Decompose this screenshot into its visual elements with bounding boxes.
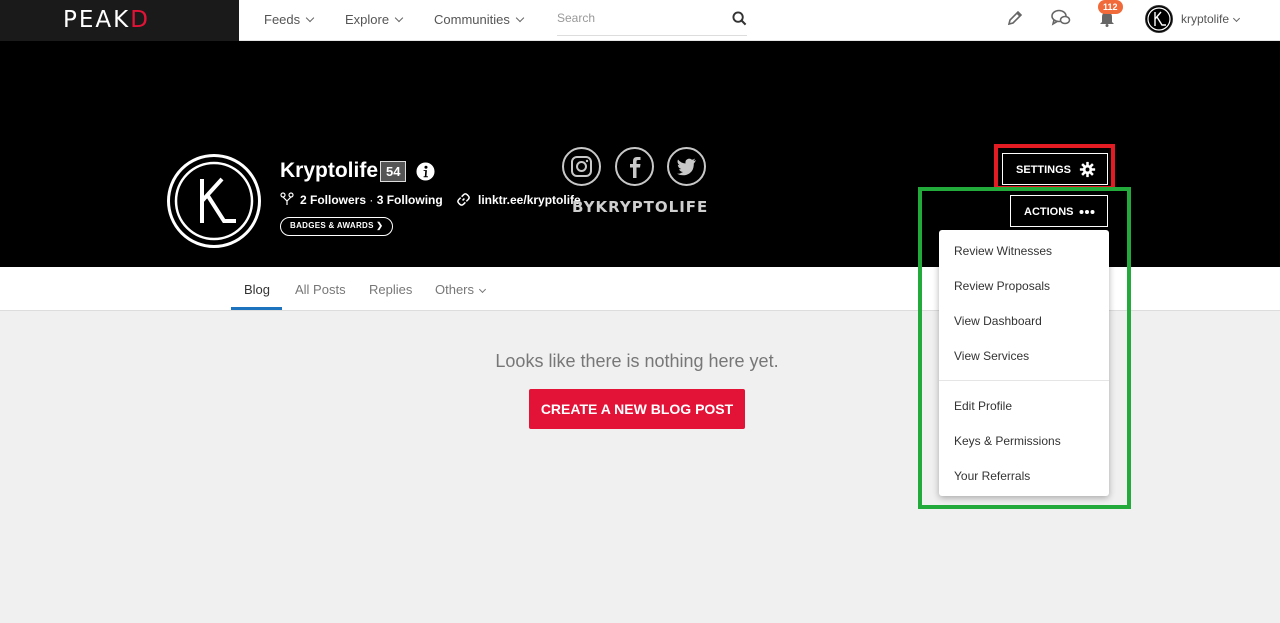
tab-replies[interactable]: Replies <box>369 282 412 297</box>
peakd-logo[interactable]: PEAKD <box>63 7 150 33</box>
nav-feeds-label: Feeds <box>264 12 301 27</box>
tab-all-posts[interactable]: All Posts <box>295 282 346 297</box>
tab-blog[interactable]: Blog <box>244 282 270 297</box>
search-input[interactable] <box>557 11 717 25</box>
tab-others-label: Others <box>435 282 475 297</box>
info-icon[interactable] <box>416 162 435 181</box>
logo-text: PEAK <box>63 7 131 33</box>
chevron-right-icon: ❯ <box>376 221 384 230</box>
user-avatar[interactable] <box>1145 5 1173 33</box>
username-label: kryptolife <box>1181 12 1230 26</box>
search-box <box>557 6 747 36</box>
kl-logo-icon <box>174 161 254 241</box>
followers-count[interactable]: 2 Followers <box>300 193 366 207</box>
nav-explore-label: Explore <box>345 12 390 27</box>
badges-awards-button[interactable]: BADGES & AWARDS ❯ <box>280 217 394 236</box>
follow-separator: · <box>366 193 377 207</box>
chevron-down-icon <box>478 285 487 294</box>
nav-communities[interactable]: Communities <box>434 12 525 27</box>
chevron-down-icon <box>305 13 315 23</box>
link-icon <box>457 193 470 206</box>
chevron-down-icon <box>394 13 404 23</box>
nav-feeds[interactable]: Feeds <box>264 12 315 27</box>
reputation-badge: 54 <box>380 161 407 182</box>
follow-stats: 2 Followers · 3 Following <box>280 192 443 207</box>
badges-label: BADGES & AWARDS <box>290 221 374 230</box>
logo-text-accent: D <box>130 7 150 33</box>
notification-badge: 112 <box>1098 0 1123 14</box>
settings-highlight-frame <box>994 144 1115 190</box>
top-navbar: PEAKD Feeds Explore Communities 112 kryp… <box>0 0 1280 41</box>
chevron-down-icon <box>515 13 525 23</box>
pencil-icon[interactable] <box>1006 9 1024 27</box>
tab-others[interactable]: Others <box>435 282 487 297</box>
following-count[interactable]: 3 Following <box>377 193 443 207</box>
active-tab-indicator <box>231 307 282 310</box>
facebook-icon[interactable] <box>615 147 654 186</box>
instagram-icon[interactable] <box>562 147 601 186</box>
profile-name: Kryptolife <box>280 159 379 182</box>
profile-link[interactable]: linktr.ee/kryptolife <box>456 192 581 207</box>
banner-text: BYKRYPTOLIFE <box>572 198 709 216</box>
search-icon[interactable] <box>732 11 747 26</box>
kl-logo-icon <box>1147 7 1171 31</box>
twitter-icon[interactable] <box>667 147 706 186</box>
actions-highlight-frame <box>918 187 1131 509</box>
users-icon <box>280 192 294 205</box>
chat-icon[interactable] <box>1051 9 1071 27</box>
nav-explore[interactable]: Explore <box>345 12 404 27</box>
profile-link-text: linktr.ee/kryptolife <box>478 193 581 207</box>
chevron-down-icon <box>1232 14 1241 23</box>
user-menu[interactable]: kryptolife <box>1181 12 1241 26</box>
profile-avatar[interactable] <box>167 154 261 248</box>
logo-area[interactable]: PEAKD <box>0 0 239 41</box>
nav-communities-label: Communities <box>434 12 510 27</box>
create-blog-post-button[interactable]: CREATE A NEW BLOG POST <box>529 389 745 429</box>
